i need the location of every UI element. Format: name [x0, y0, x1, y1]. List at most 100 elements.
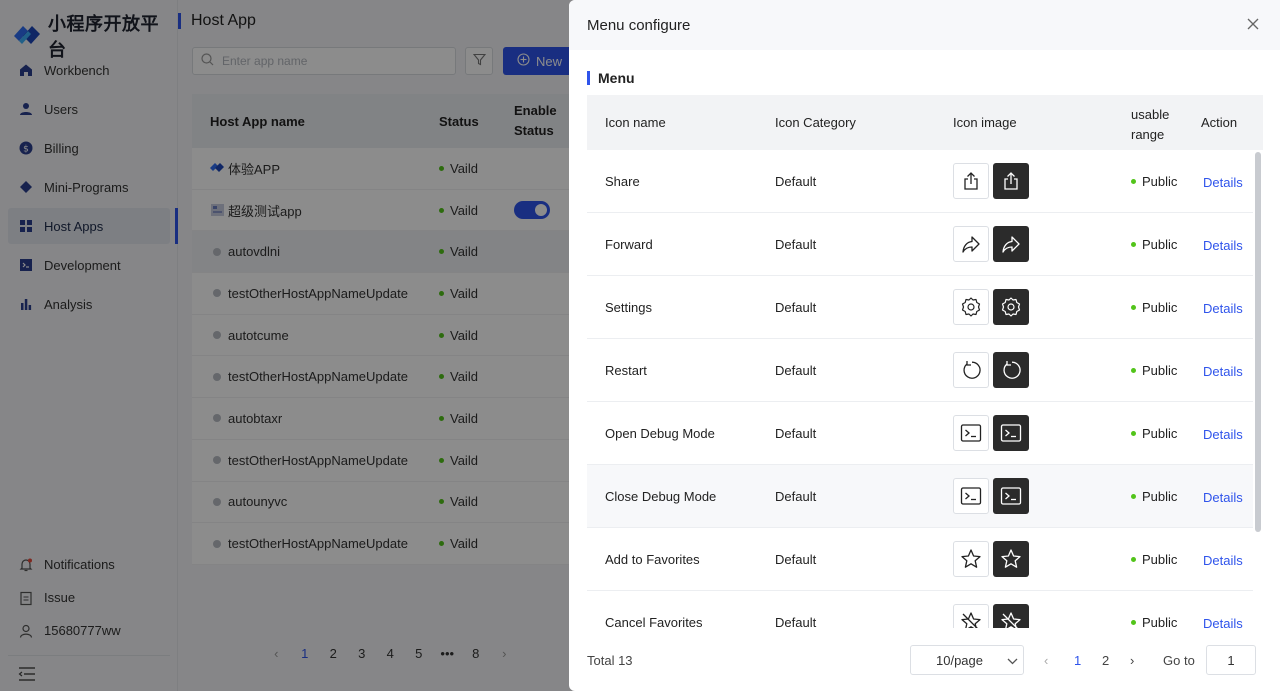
icon-name: Share — [605, 174, 640, 189]
icon-name: Settings — [605, 300, 652, 315]
gear-icon — [953, 289, 989, 325]
table-row: Settings Default Public Details — [587, 276, 1253, 339]
star-slash-icon — [953, 604, 989, 628]
drawer-pagination: Total 13 10/page ‹ 1 2 › Go to 1 — [587, 645, 1263, 675]
table-row: Add to Favorites Default Public Details — [587, 528, 1253, 591]
forward-icon — [993, 226, 1029, 262]
status-dot — [1131, 620, 1136, 625]
col-action: Action — [1201, 115, 1238, 130]
usable-range: Public — [1131, 237, 1177, 252]
icon-name: Add to Favorites — [605, 552, 700, 567]
col-usable-range-line2: range — [1131, 127, 1165, 142]
terminal-icon — [993, 415, 1029, 451]
table-row: Forward Default Public Details — [587, 213, 1253, 276]
terminal-icon — [993, 478, 1029, 514]
status-dot — [1131, 557, 1136, 562]
prev-page-icon[interactable]: ‹ — [1044, 653, 1048, 668]
page-number[interactable]: 1 — [1074, 653, 1081, 668]
usable-range: Public — [1131, 426, 1177, 441]
usable-range-text: Public — [1142, 552, 1178, 567]
icon-name: Forward — [605, 237, 653, 252]
terminal-icon — [953, 415, 989, 451]
page-number[interactable]: 2 — [1102, 653, 1109, 668]
details-link[interactable]: Details — [1203, 427, 1243, 442]
icon-category: Default — [775, 426, 817, 441]
col-usable-range-line1: usable — [1131, 107, 1170, 122]
icon-category: Default — [775, 174, 817, 189]
table-row: Share Default Public Details — [587, 150, 1253, 213]
gear-icon — [993, 289, 1029, 325]
details-link[interactable]: Details — [1203, 553, 1243, 568]
table-row: Restart Default Public Details — [587, 339, 1253, 402]
table-row: Close Debug Mode Default Public Details — [587, 465, 1253, 528]
icon-category: Default — [775, 615, 817, 628]
icon-category: Default — [775, 300, 817, 315]
star-icon — [953, 541, 989, 577]
usable-range-text: Public — [1142, 489, 1178, 504]
status-dot — [1131, 494, 1136, 499]
goto-page-input[interactable]: 1 — [1206, 645, 1256, 675]
status-dot — [1131, 305, 1136, 310]
icon-name: Cancel Favorites — [605, 615, 703, 628]
share-icon — [993, 163, 1029, 199]
chevron-down-icon — [1007, 653, 1018, 668]
usable-range: Public — [1131, 300, 1177, 315]
usable-range: Public — [1131, 489, 1177, 504]
details-link[interactable]: Details — [1203, 301, 1243, 316]
drawer-header: Menu configure — [569, 0, 1280, 50]
details-link[interactable]: Details — [1203, 175, 1243, 190]
usable-range-text: Public — [1142, 363, 1178, 378]
status-dot — [1131, 431, 1136, 436]
close-icon[interactable] — [1246, 17, 1262, 33]
restart-icon — [953, 352, 989, 388]
col-icon-image: Icon image — [953, 115, 1017, 130]
details-link[interactable]: Details — [1203, 238, 1243, 253]
icon-name: Close Debug Mode — [605, 489, 717, 504]
terminal-icon — [953, 478, 989, 514]
status-dot — [1131, 368, 1136, 373]
usable-range-text: Public — [1142, 426, 1178, 441]
section-title: Menu — [598, 70, 635, 86]
col-icon-category: Icon Category — [775, 115, 856, 130]
icon-category: Default — [775, 363, 817, 378]
page-size-select[interactable]: 10/page — [910, 645, 1024, 675]
star-icon — [993, 541, 1029, 577]
icon-name: Open Debug Mode — [605, 426, 715, 441]
usable-range: Public — [1131, 174, 1177, 189]
page-size-value: 10/page — [936, 652, 983, 668]
share-icon — [953, 163, 989, 199]
usable-range-text: Public — [1142, 237, 1178, 252]
col-usable-range: usable range — [1131, 105, 1169, 145]
total-count: Total 13 — [587, 653, 633, 668]
usable-range-text: Public — [1142, 300, 1178, 315]
usable-range: Public — [1131, 552, 1177, 567]
icon-category: Default — [775, 489, 817, 504]
menu-configure-drawer: Menu configure Menu Icon name Icon Categ… — [569, 0, 1280, 691]
details-link[interactable]: Details — [1203, 616, 1243, 628]
col-icon-name: Icon name — [605, 115, 666, 130]
drawer-title: Menu configure — [587, 17, 691, 34]
goto-label: Go to — [1163, 653, 1195, 668]
star-slash-icon — [993, 604, 1029, 628]
table-row: Open Debug Mode Default Public Details — [587, 402, 1253, 465]
icon-category: Default — [775, 237, 817, 252]
table-row: Cancel Favorites Default Public Details — [587, 591, 1253, 628]
status-dot — [1131, 179, 1136, 184]
usable-range: Public — [1131, 363, 1177, 378]
section-header: Menu — [587, 70, 635, 86]
menu-table-header: Icon name Icon Category Icon image usabl… — [587, 95, 1263, 150]
usable-range-text: Public — [1142, 615, 1178, 628]
details-link[interactable]: Details — [1203, 490, 1243, 505]
status-dot — [1131, 242, 1136, 247]
forward-icon — [953, 226, 989, 262]
table-scrollbar[interactable] — [1255, 152, 1261, 532]
usable-range-text: Public — [1142, 174, 1178, 189]
icon-name: Restart — [605, 363, 647, 378]
icon-category: Default — [775, 552, 817, 567]
details-link[interactable]: Details — [1203, 364, 1243, 379]
next-page-icon[interactable]: › — [1130, 653, 1134, 668]
section-accent-bar — [587, 71, 590, 85]
menu-table-body: Share Default Public Details Forward Def… — [587, 150, 1253, 628]
restart-icon — [993, 352, 1029, 388]
usable-range: Public — [1131, 615, 1177, 628]
